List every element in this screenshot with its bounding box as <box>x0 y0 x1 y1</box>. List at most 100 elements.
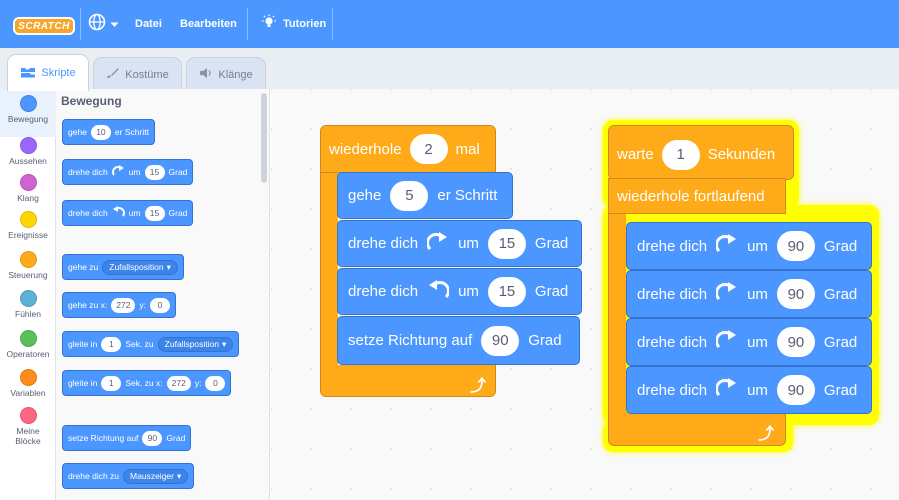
category-control[interactable]: Steuerung <box>0 251 56 291</box>
block-input[interactable]: 1 <box>661 139 700 170</box>
category-motion[interactable]: Bewegung <box>0 89 56 137</box>
category-looks[interactable]: Aussehen <box>0 137 56 177</box>
category-my-blocks[interactable]: Meine Blöcke <box>0 407 56 457</box>
tab-costumes[interactable]: Kostüme <box>93 57 182 91</box>
menu-file[interactable]: Datei <box>135 0 162 48</box>
block-text: um <box>128 208 141 218</box>
block-text: gehe zu <box>68 262 99 272</box>
wait-block[interactable]: warte 1 Sekunden <box>608 125 794 180</box>
block-input[interactable]: 15 <box>144 205 165 221</box>
scratch-logo[interactable]: SCRATCH <box>13 17 75 35</box>
block-input[interactable]: 10 <box>90 124 111 140</box>
rotate-right-icon <box>715 282 738 306</box>
palette-block-turn-right[interactable]: drehe dich um 15 Grad <box>62 159 194 185</box>
menu-divider <box>247 8 248 40</box>
palette-block-goto[interactable]: gehe zu Zufallsposition ▾ <box>62 254 184 280</box>
move-block[interactable]: gehe 5 er Schritt <box>337 172 513 219</box>
category-dot <box>19 251 37 268</box>
block-dropdown[interactable]: Zufallsposition ▾ <box>157 336 234 352</box>
tab-code[interactable]: Skripte <box>7 54 89 91</box>
globe-icon <box>88 13 106 36</box>
block-text: gehe zu x: <box>68 300 108 310</box>
block-input[interactable]: 90 <box>776 231 815 261</box>
block-text: Grad <box>166 433 186 443</box>
menu-bar: SCRATCH Datei Bearbeiten Tutorien <box>0 0 899 48</box>
menu-tutorials[interactable]: Tutorien <box>261 0 326 48</box>
rotate-right-icon <box>715 330 738 354</box>
block-text: Grad <box>534 283 569 300</box>
turn-right-block[interactable]: drehe dich um 90 Grad <box>626 366 872 414</box>
block-text: gehe <box>348 187 382 204</box>
category-operators[interactable]: Operatoren <box>0 330 56 370</box>
turn-right-block[interactable]: drehe dich um 15 Grad <box>337 220 582 267</box>
category-dot <box>19 369 37 386</box>
rotate-right-icon <box>715 234 738 258</box>
turn-left-block[interactable]: drehe dich um 15 Grad <box>337 268 582 315</box>
point-direction-block[interactable]: setze Richtung auf 90 Grad <box>337 316 580 365</box>
block-input[interactable]: 5 <box>390 180 429 211</box>
category-sound[interactable]: Klang <box>0 174 56 214</box>
palette-block-move[interactable]: gehe 10 er Schritt <box>62 119 155 145</box>
speaker-icon <box>199 67 213 82</box>
category-dot <box>19 137 37 154</box>
block-text: um <box>458 235 479 252</box>
block-text: um <box>747 237 768 255</box>
language-menu[interactable] <box>88 13 124 36</box>
block-input[interactable]: 0 <box>205 375 226 391</box>
rotate-left-icon <box>427 279 451 304</box>
repeat-block[interactable]: wiederhole 2 mal <box>320 125 496 173</box>
block-text: Sek. zu <box>125 339 154 349</box>
category-dot <box>19 174 37 191</box>
block-input[interactable]: 90 <box>481 325 520 356</box>
block-input[interactable]: 272 <box>111 297 136 313</box>
block-input[interactable]: 90 <box>776 327 815 357</box>
palette-block-point-towards[interactable]: drehe dich zu Mauszeiger ▾ <box>62 463 195 489</box>
block-input[interactable]: 90 <box>142 430 163 446</box>
palette-block-goto-xy[interactable]: gehe zu x: 272 y: 0 <box>62 292 177 318</box>
tab-sounds[interactable]: Klänge <box>186 57 266 91</box>
block-text: Sek. zu x: <box>125 378 163 388</box>
block-text: drehe dich <box>637 237 708 255</box>
lightbulb-icon <box>261 14 277 35</box>
category-events[interactable]: Ereignisse <box>0 211 56 251</box>
category-label: Bewegung <box>7 114 49 124</box>
rotate-right-icon <box>715 378 738 402</box>
block-input[interactable]: 1 <box>101 336 122 352</box>
block-input[interactable]: 90 <box>776 375 815 405</box>
block-text: warte <box>617 146 654 163</box>
turn-right-block[interactable]: drehe dich um 90 Grad <box>626 270 872 318</box>
block-input[interactable]: 272 <box>166 375 191 391</box>
block-input[interactable]: 2 <box>409 134 448 164</box>
block-dropdown[interactable]: Zufallsposition ▾ <box>102 259 178 275</box>
block-text: Grad <box>823 237 858 255</box>
block-input[interactable]: 15 <box>487 276 526 307</box>
editor-tabs: Skripte Kostüme Klänge <box>0 48 899 91</box>
block-input[interactable]: 1 <box>101 375 122 391</box>
dropdown-arrow-icon: ▾ <box>166 261 171 272</box>
block-input[interactable]: 90 <box>776 279 815 309</box>
block-text: drehe dich <box>637 333 708 351</box>
forever-block[interactable]: wiederhole fortlaufend <box>608 178 786 214</box>
turn-right-block[interactable]: drehe dich um 90 Grad <box>626 318 872 366</box>
palette-block-glide[interactable]: gleite in 1 Sek. zu Zufallsposition ▾ <box>62 331 240 357</box>
category-dot <box>19 290 37 307</box>
palette-block-turn-left[interactable]: drehe dich um 15 Grad <box>62 200 194 226</box>
block-input[interactable]: 15 <box>144 164 165 180</box>
block-dropdown[interactable]: Mauszeiger ▾ <box>123 468 189 484</box>
category-variables[interactable]: Variablen <box>0 369 56 409</box>
palette-block-glide-xy[interactable]: gleite in 1 Sek. zu x: 272 y: 0 <box>62 370 232 396</box>
menu-edit[interactable]: Bearbeiten <box>180 0 237 48</box>
category-label: Klang <box>17 193 39 203</box>
menu-divider <box>332 8 333 40</box>
category-dot <box>19 407 37 424</box>
loop-arrow-icon: ⤴ <box>470 378 487 395</box>
block-input[interactable]: 15 <box>487 228 526 259</box>
category-label: Aussehen <box>9 156 47 166</box>
palette-block-point-direction[interactable]: setze Richtung auf 90 Grad <box>62 425 192 451</box>
block-text: er Schritt <box>437 187 498 204</box>
turn-right-block[interactable]: drehe dich um 90 Grad <box>626 222 872 270</box>
palette-scrollbar[interactable] <box>261 93 267 183</box>
block-input[interactable]: 0 <box>150 297 171 313</box>
category-sensing[interactable]: Fühlen <box>0 290 56 330</box>
category-label: Ereignisse <box>8 230 48 240</box>
